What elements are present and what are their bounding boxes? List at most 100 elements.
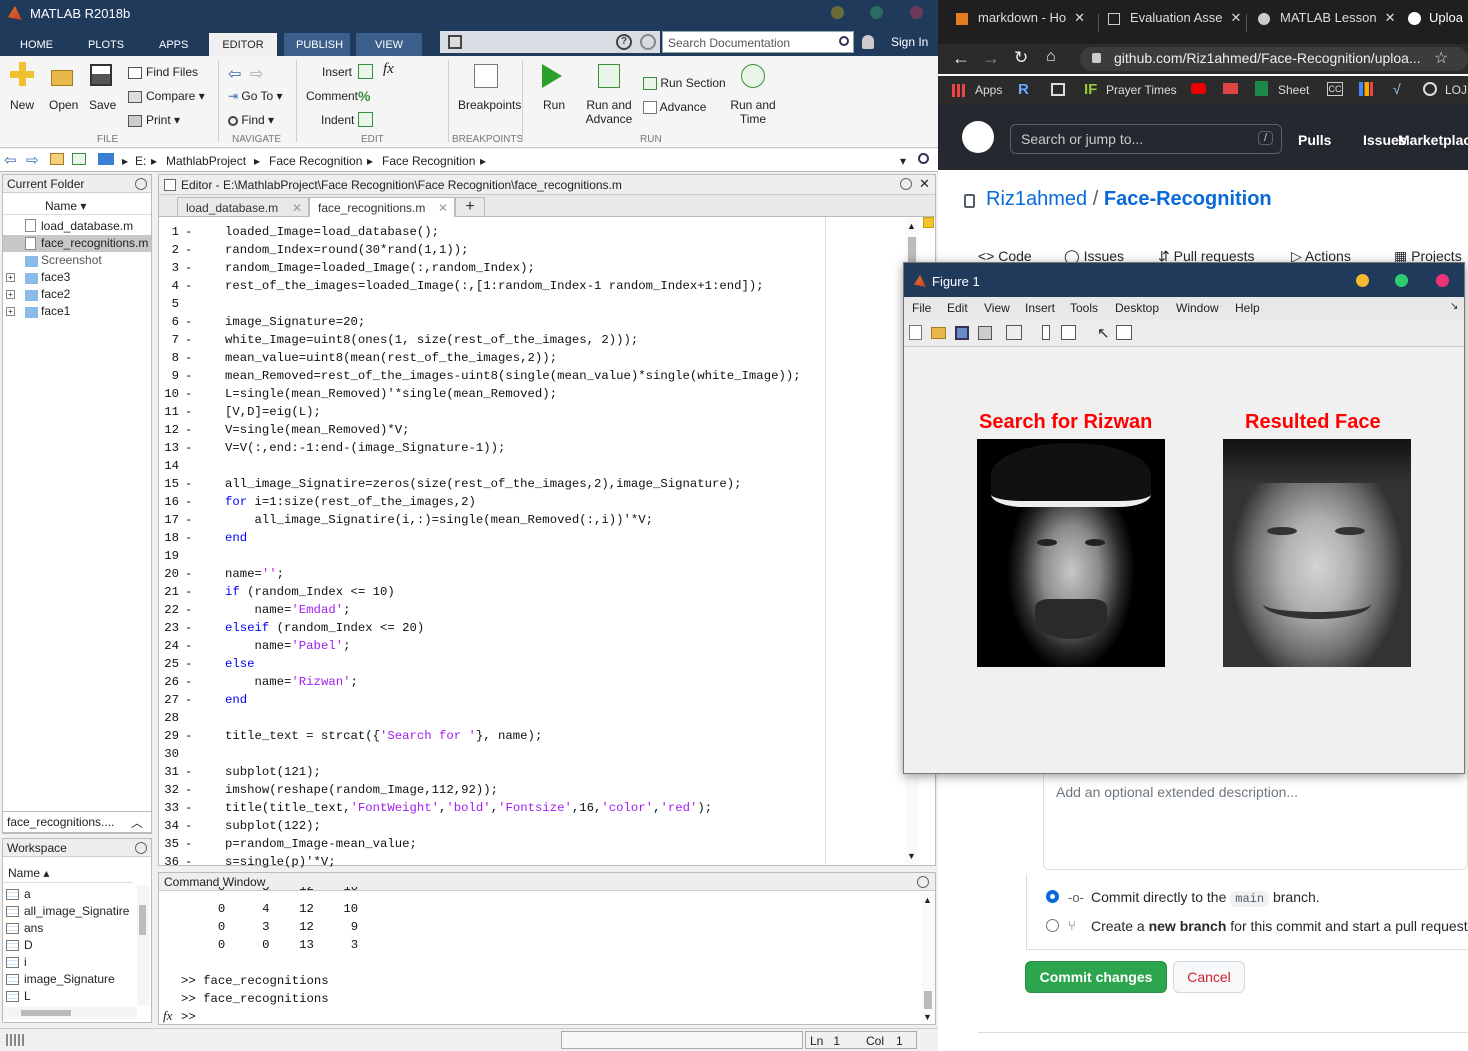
property-editor-icon[interactable]	[1116, 325, 1132, 340]
tab-face-recognitions[interactable]: face_recognitions.m ✕	[309, 197, 455, 217]
forward-icon[interactable]: ⇨	[26, 151, 39, 169]
scroll-up-icon[interactable]: ▲	[907, 221, 916, 231]
open-file-icon[interactable]	[931, 327, 946, 339]
vertical-scrollbar[interactable]: ▲ ▼	[921, 893, 935, 1024]
commit-changes-button[interactable]: Commit changes	[1025, 961, 1167, 993]
browser-tab[interactable]: markdown - Ho ✕	[956, 10, 1108, 36]
youtube-icon[interactable]	[1191, 83, 1206, 94]
run-and-time-button[interactable]: Run and Time	[730, 62, 776, 128]
path-segment[interactable]: Face Recognition	[382, 154, 475, 168]
bookmark-icon[interactable]	[1051, 83, 1065, 96]
bookmark-loj[interactable]: LOJ	[1445, 83, 1467, 97]
code-line[interactable]: elseif (random_Index <= 20)	[225, 621, 424, 635]
browse-folder-icon[interactable]	[72, 153, 86, 165]
code-line[interactable]: name='Emdad';	[225, 603, 351, 617]
close-tab-icon[interactable]: ✕	[292, 201, 302, 215]
scroll-down-icon[interactable]: ▼	[923, 1012, 932, 1022]
breakpoint-marker[interactable]: -	[185, 333, 192, 347]
code-line[interactable]: subplot(121);	[225, 765, 321, 779]
find-button[interactable]: Find ▾	[228, 113, 274, 127]
folder-item[interactable]: Screenshot	[41, 253, 102, 267]
code-line[interactable]: else	[225, 657, 255, 671]
breakpoint-marker[interactable]: -	[185, 315, 192, 329]
repo-name-link[interactable]: Face-Recognition	[1104, 188, 1272, 210]
if-bookmark-icon[interactable]: IF	[1084, 81, 1097, 98]
go-to-button[interactable]: ⇥ Go To ▾	[228, 89, 283, 103]
new-button[interactable]: New	[6, 62, 36, 126]
tab-home[interactable]: HOME	[8, 33, 60, 56]
url-bar[interactable]: github.com/Riz1ahmed/Face-Recognition/up…	[1080, 47, 1468, 71]
scrollbar-thumb[interactable]	[139, 905, 146, 935]
percent-icon[interactable]: %	[358, 88, 370, 104]
code-line[interactable]: all_image_Signatire(i,:)=single(mean_Rem…	[225, 513, 654, 527]
tab-publish[interactable]: PUBLISH	[284, 33, 350, 56]
new-tab-button[interactable]: +	[455, 197, 485, 217]
home-icon[interactable]: ⌂	[1046, 48, 1056, 66]
expand-icon[interactable]: +	[6, 307, 15, 316]
reload-icon[interactable]: ↻	[1014, 48, 1028, 68]
folder-item[interactable]: face2	[41, 287, 70, 301]
breakpoint-marker[interactable]: -	[185, 243, 192, 257]
colorbar-icon[interactable]	[1042, 325, 1050, 340]
github-search-input[interactable]: Search or jump to... /	[1010, 124, 1282, 154]
breakpoint-marker[interactable]: -	[185, 405, 192, 419]
tab-load-database[interactable]: load_database.m ✕	[177, 197, 309, 217]
code-line[interactable]: subplot(122);	[225, 819, 321, 833]
breakpoint-marker[interactable]: -	[185, 729, 192, 743]
breakpoint-marker[interactable]: -	[185, 675, 192, 689]
breakpoint-marker[interactable]: -	[185, 513, 192, 527]
open-button[interactable]: Open	[46, 62, 80, 126]
fx-icon[interactable]: fx	[163, 1008, 172, 1024]
radio-commit-direct[interactable]	[1046, 890, 1059, 903]
breakpoint-marker[interactable]: -	[185, 801, 192, 815]
breakpoint-marker[interactable]: -	[185, 639, 192, 653]
browser-tab[interactable]: MATLAB Lesson ✕	[1258, 10, 1408, 36]
code-line[interactable]: [V,D]=eig(L);	[225, 405, 321, 419]
notification-bell-icon[interactable]	[862, 35, 874, 49]
column-header[interactable]: Name ▴	[3, 863, 133, 883]
advance-button[interactable]: Advance	[643, 100, 706, 115]
maximize-button[interactable]	[1395, 274, 1408, 287]
tab-plots[interactable]: PLOTS	[76, 33, 132, 56]
compare-button[interactable]: Compare ▾	[128, 89, 205, 103]
print-figure-icon[interactable]	[978, 326, 992, 340]
browser-tab[interactable]: Evaluation Asse ✕	[1108, 10, 1258, 36]
minimize-button[interactable]	[831, 6, 844, 19]
radio-new-branch[interactable]	[1046, 919, 1059, 932]
breakpoint-marker[interactable]: -	[185, 477, 192, 491]
code-line[interactable]: name='Rizwan';	[225, 675, 358, 689]
github-logo-icon[interactable]	[962, 121, 994, 153]
code-line[interactable]: random_Index=round(30*rand(1,1));	[225, 243, 469, 257]
insert-button[interactable]: Insert	[322, 65, 352, 79]
browser-tab-active[interactable]: Uploa	[1408, 10, 1468, 36]
variable-item[interactable]: L	[24, 989, 31, 1003]
expand-icon[interactable]: +	[6, 273, 15, 282]
panel-menu-icon[interactable]	[917, 876, 929, 888]
panel-menu-icon[interactable]	[135, 178, 147, 190]
breakpoint-marker[interactable]: -	[185, 351, 192, 365]
scroll-down-icon[interactable]: ▼	[907, 851, 916, 861]
close-button[interactable]	[1436, 274, 1449, 287]
code-line[interactable]: if (random_Index <= 10)	[225, 585, 395, 599]
globe-icon[interactable]	[1423, 82, 1437, 96]
path-segment[interactable]: Face Recognition	[269, 154, 362, 168]
forward-icon[interactable]: →	[982, 48, 1000, 69]
nav-marketplace[interactable]: Marketplace	[1398, 132, 1468, 148]
code-line[interactable]: name='Pabel';	[225, 639, 351, 653]
code-line[interactable]: V=single(mean_Removed)*V;	[225, 423, 409, 437]
file-details-bar[interactable]: face_recognitions.... ︿	[2, 811, 152, 833]
save-button[interactable]: Save	[88, 62, 118, 126]
path-dropdown-icon[interactable]: ▾	[900, 154, 906, 168]
breakpoint-marker[interactable]: -	[185, 603, 192, 617]
code-line[interactable]: rest_of_the_images=loaded_Image(:,[1:ran…	[225, 279, 764, 293]
file-item[interactable]: load_database.m	[41, 219, 133, 233]
nav-pulls[interactable]: Pulls	[1298, 132, 1331, 148]
insert-section-icon[interactable]	[358, 64, 373, 79]
file-item-selected[interactable]: face_recognitions.m	[41, 236, 148, 250]
breakpoint-marker[interactable]: -	[185, 495, 192, 509]
close-tab-icon[interactable]: ✕	[438, 201, 448, 215]
menu-file[interactable]: File	[912, 301, 931, 315]
back-icon[interactable]: ←	[952, 48, 970, 69]
tab-view[interactable]: VIEW	[356, 33, 422, 56]
menu-view[interactable]: View	[984, 301, 1010, 315]
